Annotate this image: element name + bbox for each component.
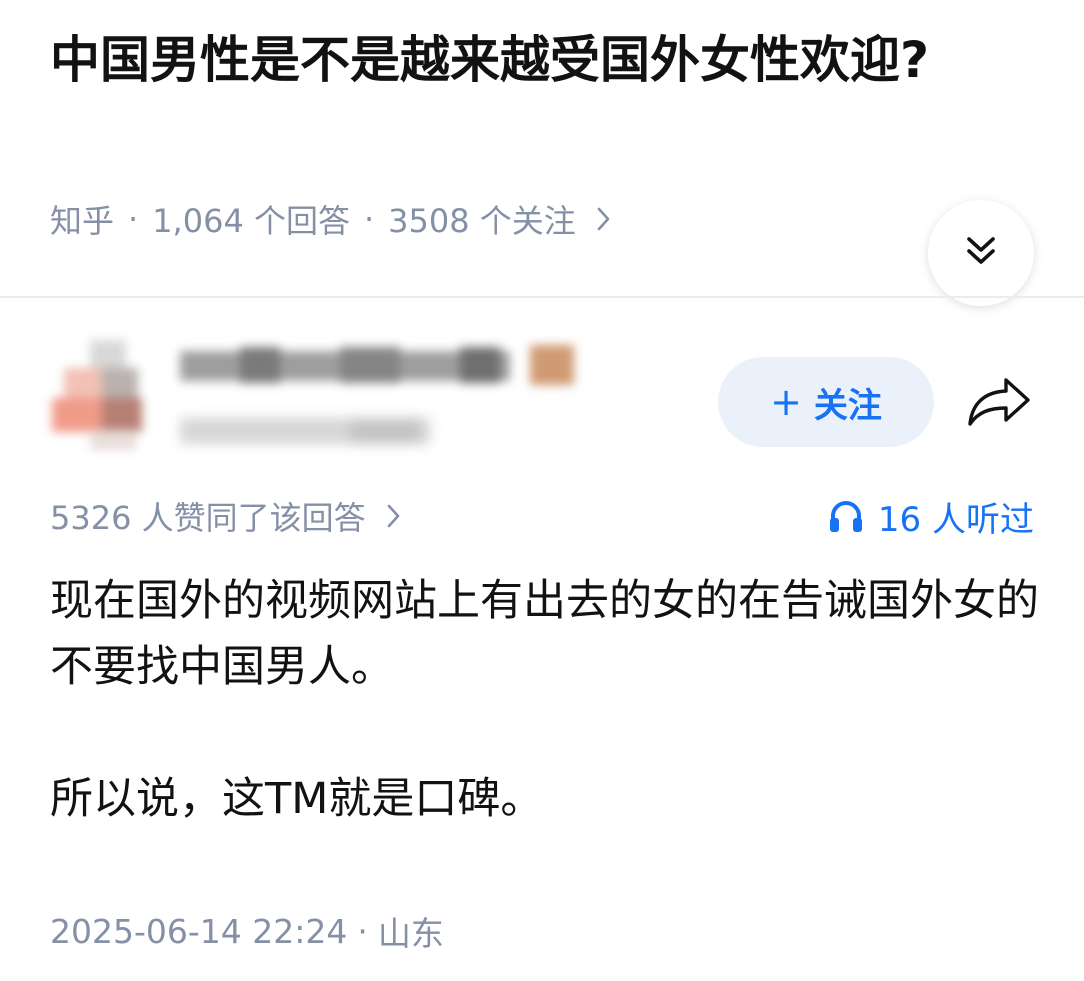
post-date: 2025-06-14 22:24 [50, 911, 348, 951]
question-meta[interactable]: 知乎 · 1,064 个回答 · 3508 个关注 [50, 192, 612, 246]
section-divider [0, 296, 1084, 298]
meta-separator: · [363, 200, 375, 238]
follower-count: 3508 个关注 [388, 202, 576, 240]
question-title[interactable]: 中国男性是不是越来越受国外女性欢迎? [50, 24, 1010, 96]
post-location: 山东 [377, 914, 444, 953]
upvote-count: 5326 人赞同了该回答 [50, 499, 366, 537]
answer-count: 1,064 个回答 [152, 202, 350, 240]
author-name[interactable] [180, 345, 580, 385]
chevron-right-icon [596, 206, 612, 232]
author-bio [180, 412, 440, 448]
share-arrow-icon [966, 374, 1034, 432]
answer-paragraph: 现在国外的视频网站上有出去的女的在告诫国外女的不要找中国男人。 [50, 576, 1039, 692]
post-meta: 2025-06-14 22:24 · 山东 [50, 906, 444, 956]
answer-paragraph: 所以说，这TM就是口碑。 [50, 774, 544, 824]
meta-separator: · [128, 200, 139, 238]
meta-separator: · [357, 911, 368, 951]
listen-count: 16 人听过 [877, 499, 1034, 540]
expand-button[interactable] [928, 200, 1034, 306]
follow-label: 关注 [813, 385, 882, 426]
plus-icon: + [770, 380, 802, 424]
share-button[interactable] [960, 370, 1040, 436]
headphones-icon [828, 499, 864, 533]
follow-button[interactable]: + 关注 [718, 357, 934, 447]
source-label: 知乎 [50, 202, 115, 240]
double-chevron-down-icon [963, 233, 999, 273]
answer-content[interactable]: 现在国外的视频网站上有出去的女的在告诫国外女的不要找中国男人。 所以说，这TM就… [50, 568, 1040, 832]
listen-button[interactable]: 16 人听过 [828, 492, 1034, 540]
upvote-summary[interactable]: 5326 人赞同了该回答 [50, 492, 402, 540]
avatar[interactable] [50, 340, 160, 450]
chevron-right-icon [386, 503, 402, 529]
